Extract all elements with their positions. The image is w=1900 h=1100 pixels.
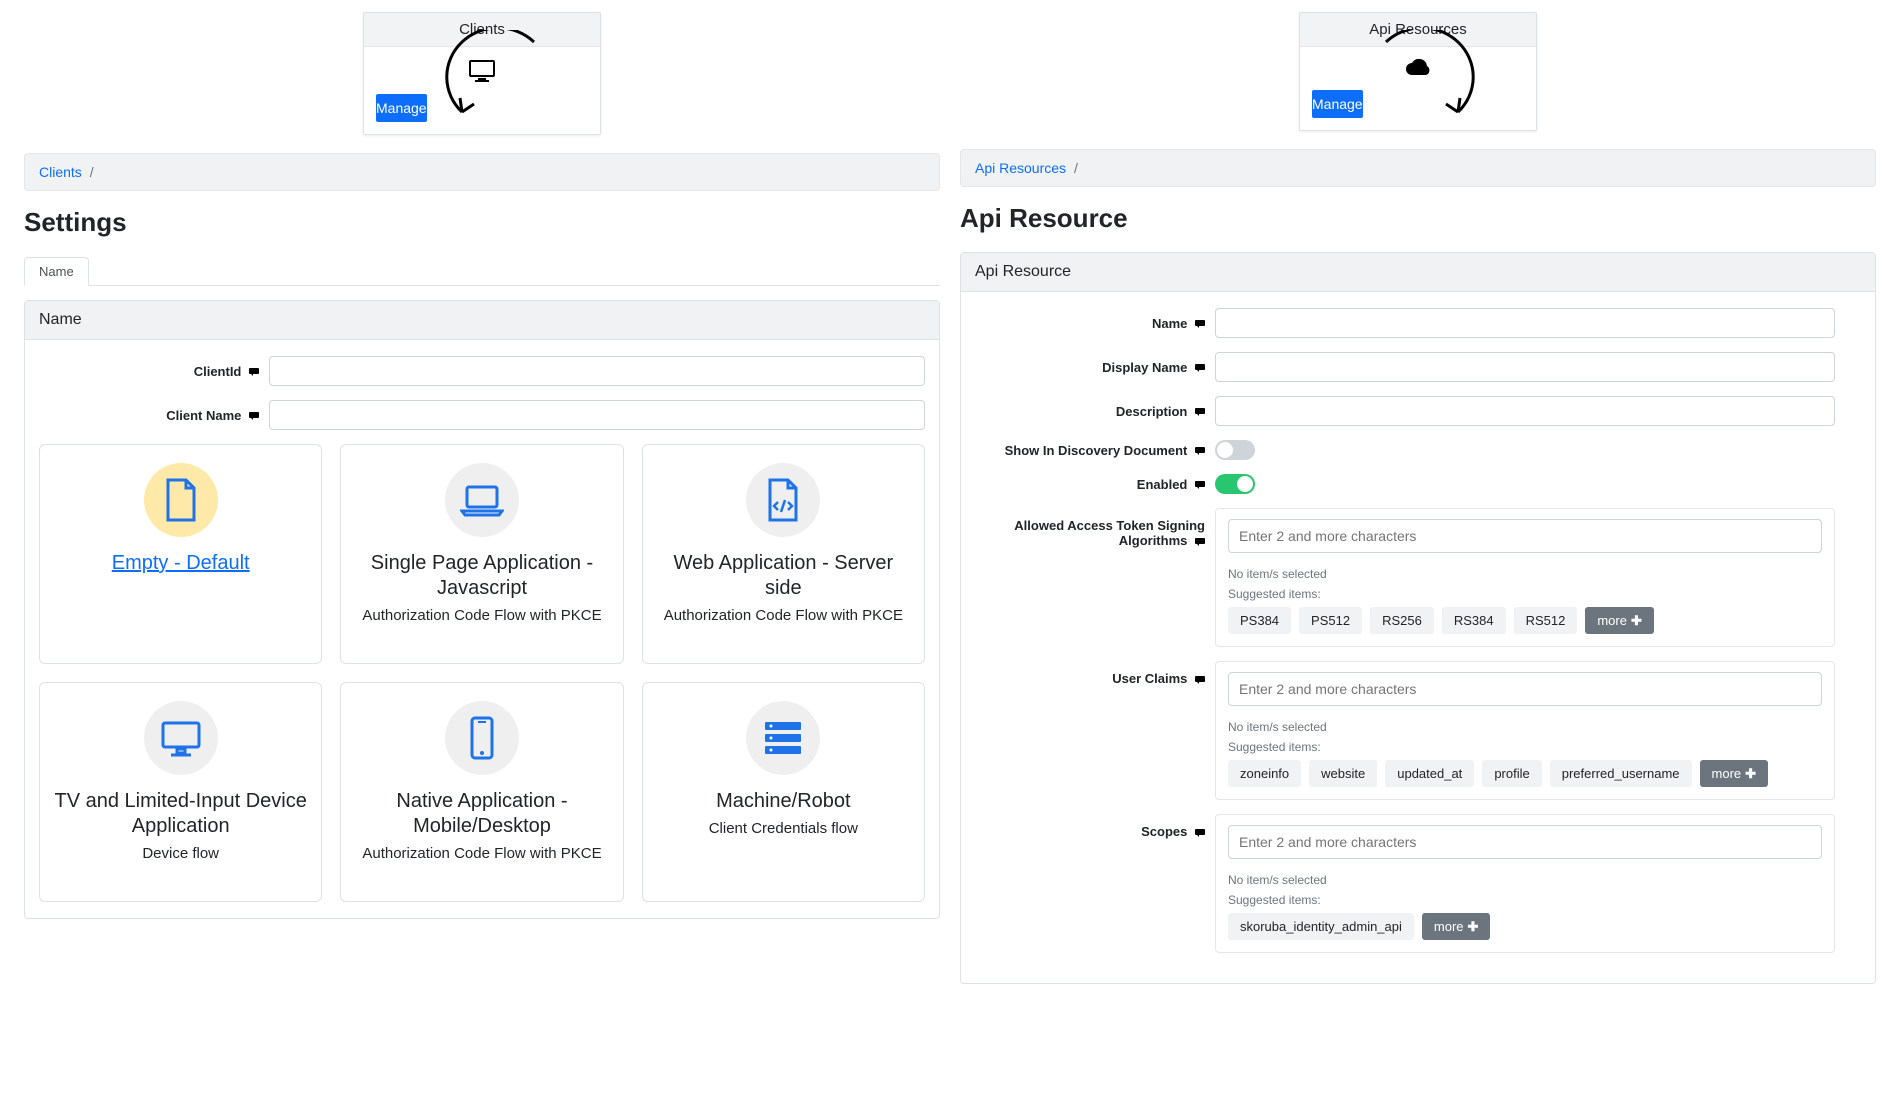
show-discovery-toggle[interactable] [1215,440,1255,460]
manage-clients-button[interactable]: Manage [376,94,427,122]
suggested-note: Suggested items: [1228,893,1822,907]
template-card[interactable]: Machine/Robot Client Credentials flow [642,682,925,902]
template-subtitle: Authorization Code Flow with PKCE [653,607,914,624]
more-button[interactable]: more✚ [1585,607,1654,634]
template-subtitle: Device flow [50,845,311,862]
name-panel: Name ClientId Client Name Empty - Defaul… [24,300,940,919]
scopes-multiselect: No item/s selected Suggested items: skor… [1215,814,1835,953]
suggestion-chip[interactable]: RS256 [1370,607,1434,634]
client-id-input[interactable] [269,356,925,386]
code-file-icon [746,463,820,537]
suggestion-chip[interactable]: RS384 [1442,607,1506,634]
name-input[interactable] [1215,308,1835,338]
suggestion-chip[interactable]: zoneinfo [1228,760,1301,787]
tab-bar: Name [24,256,940,286]
show-discovery-label: Show In Discovery Document [975,443,1215,458]
api-resource-panel-header: Api Resource [961,253,1875,292]
template-title: Native Application - Mobile/Desktop [351,789,612,839]
file-icon [144,463,218,537]
tab-name[interactable]: Name [24,257,89,286]
curved-arrow-icon [1366,30,1476,130]
info-chat-icon [249,412,259,420]
template-subtitle: Authorization Code Flow with PKCE [351,845,612,862]
page-title: Settings [24,207,940,238]
no-items-note: No item/s selected [1228,720,1822,734]
display-name-input[interactable] [1215,352,1835,382]
template-title: Web Application - Server side [653,551,914,601]
suggestion-chip[interactable]: RS512 [1514,607,1578,634]
plus-icon: ✚ [1468,920,1479,933]
scopes-search-input[interactable] [1228,825,1822,859]
enabled-toggle[interactable] [1215,474,1255,494]
plus-icon: ✚ [1631,614,1642,627]
monitor-icon [144,701,218,775]
breadcrumb: Clients / [24,153,940,191]
description-input[interactable] [1215,396,1835,426]
suggestion-chip[interactable]: skoruba_identity_admin_api [1228,913,1414,940]
suggestion-chip[interactable]: preferred_username [1550,760,1692,787]
enabled-label: Enabled [975,477,1215,492]
template-card[interactable]: Empty - Default [39,444,322,664]
user-claims-multiselect: No item/s selected Suggested items: zone… [1215,661,1835,800]
algorithms-search-input[interactable] [1228,519,1822,553]
template-card[interactable]: TV and Limited-Input Device Application D… [39,682,322,902]
no-items-note: No item/s selected [1228,873,1822,887]
info-chat-icon [1195,320,1205,328]
template-card[interactable]: Web Application - Server side Authorizati… [642,444,925,664]
api-resource-panel: Api Resource Name Display Name Descripti… [960,252,1876,984]
breadcrumb-clients-link[interactable]: Clients [39,164,82,180]
template-title: Single Page Application - Javascript [351,551,612,601]
template-title: Empty - Default [50,551,311,576]
template-subtitle: Client Credentials flow [653,820,914,837]
more-button[interactable]: more✚ [1422,913,1491,940]
user-claims-label: User Claims [975,661,1215,686]
suggestion-chip[interactable]: website [1309,760,1377,787]
algorithms-multiselect: No item/s selected Suggested items: PS38… [1215,508,1835,647]
laptop-icon [445,463,519,537]
suggested-note: Suggested items: [1228,587,1822,601]
mobile-icon [445,701,519,775]
info-chat-icon [1195,364,1205,372]
template-subtitle: Authorization Code Flow with PKCE [351,607,612,624]
manage-api-resources-button[interactable]: Manage [1312,90,1363,118]
info-chat-icon [1195,676,1205,684]
client-name-input[interactable] [269,400,925,430]
suggestion-chip[interactable]: profile [1482,760,1541,787]
breadcrumb: Api Resources / [960,149,1876,187]
info-chat-icon [1195,447,1205,455]
server-icon [746,701,820,775]
template-title: TV and Limited-Input Device Application [50,789,311,839]
name-panel-header: Name [25,301,939,340]
more-button[interactable]: more✚ [1700,760,1769,787]
display-name-label: Display Name [975,360,1215,375]
page-title: Api Resource [960,203,1876,234]
curved-arrow-icon [444,30,554,130]
no-items-note: No item/s selected [1228,567,1822,581]
client-name-label: Client Name [39,408,269,423]
info-chat-icon [249,368,259,376]
algorithms-label: Allowed Access Token Signing Algorithms [975,508,1215,548]
breadcrumb-api-resources-link[interactable]: Api Resources [975,160,1066,176]
info-chat-icon [1195,829,1205,837]
name-label: Name [975,316,1215,331]
template-title: Machine/Robot [653,789,914,814]
user-claims-search-input[interactable] [1228,672,1822,706]
template-card[interactable]: Single Page Application - Javascript Auth… [340,444,623,664]
info-chat-icon [1195,538,1205,546]
client-id-label: ClientId [39,364,269,379]
plus-icon: ✚ [1745,767,1756,780]
suggestion-chip[interactable]: PS512 [1299,607,1362,634]
suggestion-chip[interactable]: updated_at [1385,760,1474,787]
scopes-label: Scopes [975,814,1215,839]
suggested-note: Suggested items: [1228,740,1822,754]
breadcrumb-separator: / [1074,160,1078,176]
info-chat-icon [1195,481,1205,489]
template-card[interactable]: Native Application - Mobile/Desktop Autho… [340,682,623,902]
description-label: Description [975,404,1215,419]
info-chat-icon [1195,408,1205,416]
breadcrumb-separator: / [90,164,94,180]
suggestion-chip[interactable]: PS384 [1228,607,1291,634]
